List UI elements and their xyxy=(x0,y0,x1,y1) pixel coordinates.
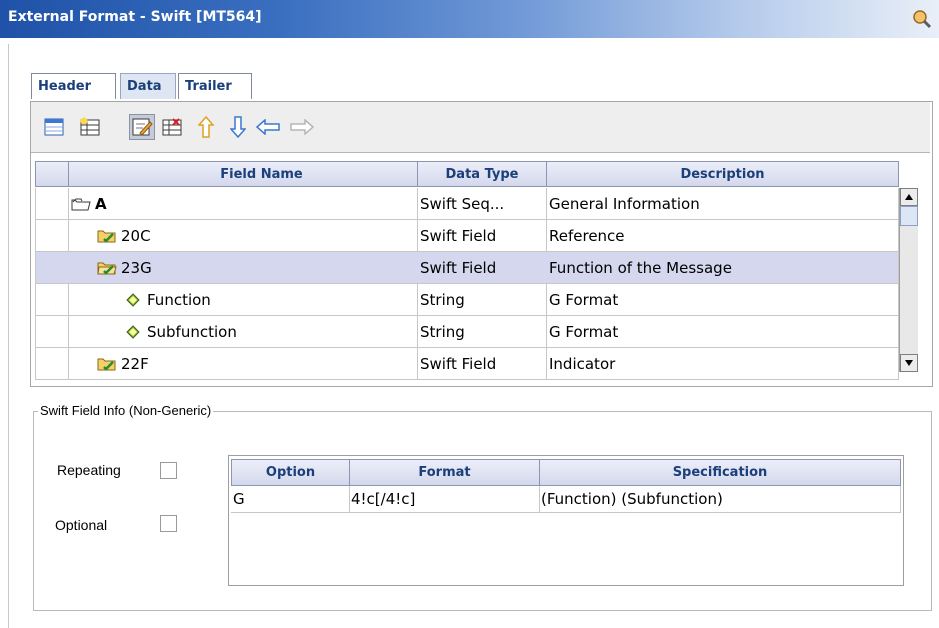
column-data-type-label: Data Type xyxy=(445,166,519,182)
row-header-corner xyxy=(35,161,69,187)
scroll-thumb[interactable] xyxy=(900,206,918,226)
specification-cell[interactable]: (Function) (Subfunction) xyxy=(539,486,901,513)
table-view-icon xyxy=(44,118,64,136)
field-name-text: 23G xyxy=(121,258,152,277)
move-down-button[interactable] xyxy=(225,114,251,140)
row-header[interactable] xyxy=(35,284,69,316)
field-name-text: Function xyxy=(147,290,211,309)
table-row[interactable]: Subfunction String G Format xyxy=(31,316,899,348)
description-cell[interactable]: Reference xyxy=(546,220,899,252)
field-name-cell[interactable]: Subfunction xyxy=(68,316,418,348)
move-left-button[interactable] xyxy=(255,114,281,140)
field-name-cell[interactable]: Function xyxy=(68,284,418,316)
window-title: External Format - Swift [MT564] xyxy=(8,9,262,25)
edit-icon xyxy=(132,118,153,136)
data-type-cell[interactable]: Swift Seq... xyxy=(417,188,547,220)
triangle-up-icon xyxy=(905,194,913,200)
field-name-text: 22F xyxy=(121,354,149,373)
optional-checkbox[interactable] xyxy=(160,515,177,532)
arrow-left-icon xyxy=(256,119,280,135)
column-data-type[interactable]: Data Type xyxy=(417,161,547,187)
data-type-cell[interactable]: String xyxy=(417,316,547,348)
field-name-cell[interactable]: A xyxy=(68,188,418,220)
delete-row-button[interactable] xyxy=(159,114,185,140)
data-type-cell[interactable]: String xyxy=(417,284,547,316)
data-type-cell[interactable]: Swift Field xyxy=(417,252,547,284)
field-name-text: A xyxy=(95,194,107,213)
folder-open-icon xyxy=(71,198,91,210)
description-cell[interactable]: G Format xyxy=(546,284,899,316)
option-spec-table: Option Format Specification G 4!c[/4!c] … xyxy=(228,455,904,586)
tab-header[interactable]: Header xyxy=(31,73,116,99)
title-bar: External Format - Swift [MT564] xyxy=(0,0,939,38)
toolbar xyxy=(31,102,930,153)
column-option-label: Option xyxy=(265,465,316,480)
search-window-icon[interactable] xyxy=(911,8,933,30)
description-cell[interactable]: General Information xyxy=(546,188,899,220)
data-panel: Field Name Data Type Description A Swift … xyxy=(30,101,933,387)
arrow-down-icon xyxy=(230,116,246,138)
row-header[interactable] xyxy=(35,348,69,380)
triangle-down-icon xyxy=(905,360,913,366)
column-field-name-label: Field Name xyxy=(220,166,303,182)
field-name-cell[interactable]: 23G xyxy=(68,252,418,284)
table-row[interactable]: 22F Swift Field Indicator xyxy=(31,348,899,380)
delete-row-icon xyxy=(162,118,182,136)
folder-field-open-icon xyxy=(97,262,117,275)
column-specification-label: Specification xyxy=(672,465,768,480)
table-row[interactable]: Function String G Format xyxy=(31,284,899,316)
move-up-button[interactable] xyxy=(193,114,219,140)
insert-row-button[interactable] xyxy=(77,114,103,140)
arrow-up-icon xyxy=(198,116,214,138)
row-header[interactable] xyxy=(35,316,69,348)
column-option[interactable]: Option xyxy=(231,459,350,486)
diamond-icon xyxy=(126,324,140,339)
scroll-down-button[interactable] xyxy=(900,354,918,372)
move-right-button[interactable] xyxy=(289,114,315,140)
description-cell[interactable]: Function of the Message xyxy=(546,252,899,284)
column-field-name[interactable]: Field Name xyxy=(68,161,455,187)
table-row[interactable]: 20C Swift Field Reference xyxy=(31,220,899,252)
tab-data-label: Data xyxy=(127,79,162,94)
repeating-label: Repeating xyxy=(57,462,121,478)
field-name-cell[interactable]: 20C xyxy=(68,220,418,252)
arrow-right-icon xyxy=(290,119,314,135)
optional-label: Optional xyxy=(55,517,108,533)
diamond-icon xyxy=(126,292,140,307)
row-header[interactable] xyxy=(35,188,69,220)
column-description-label: Description xyxy=(680,166,765,182)
grid-scrollbar[interactable] xyxy=(899,188,918,372)
field-name-cell[interactable]: 22F xyxy=(68,348,418,380)
data-type-cell[interactable]: Swift Field xyxy=(417,220,547,252)
description-cell[interactable]: Indicator xyxy=(546,348,899,380)
insert-row-icon xyxy=(80,117,100,136)
field-name-text: Subfunction xyxy=(147,322,237,341)
folder-field-icon xyxy=(97,230,116,243)
tab-trailer-label: Trailer xyxy=(185,79,232,94)
repeating-checkbox[interactable] xyxy=(160,462,177,479)
tab-data[interactable]: Data xyxy=(120,73,176,99)
option-cell[interactable]: G xyxy=(231,486,350,513)
description-cell[interactable]: G Format xyxy=(546,316,899,348)
scroll-up-button[interactable] xyxy=(900,188,918,206)
folder-field-icon xyxy=(97,358,116,371)
row-header[interactable] xyxy=(35,252,69,284)
column-description[interactable]: Description xyxy=(546,161,899,187)
tab-trailer[interactable]: Trailer xyxy=(178,73,252,99)
format-cell[interactable]: 4!c[/4!c] xyxy=(349,486,540,513)
table-row[interactable]: A Swift Seq... General Information xyxy=(31,188,899,220)
column-format[interactable]: Format xyxy=(349,459,540,486)
column-format-label: Format xyxy=(418,465,471,480)
data-type-cell[interactable]: Swift Field xyxy=(417,348,547,380)
table-view-button[interactable] xyxy=(41,114,67,140)
column-specification[interactable]: Specification xyxy=(539,459,901,486)
tab-header-label: Header xyxy=(38,79,92,94)
edit-button[interactable] xyxy=(129,114,155,140)
table-row[interactable]: 23G Swift Field Function of the Message xyxy=(31,252,899,284)
swift-field-info-label: Swift Field Info (Non-Generic) xyxy=(38,403,214,418)
row-header[interactable] xyxy=(35,220,69,252)
field-name-text: 20C xyxy=(121,226,151,245)
